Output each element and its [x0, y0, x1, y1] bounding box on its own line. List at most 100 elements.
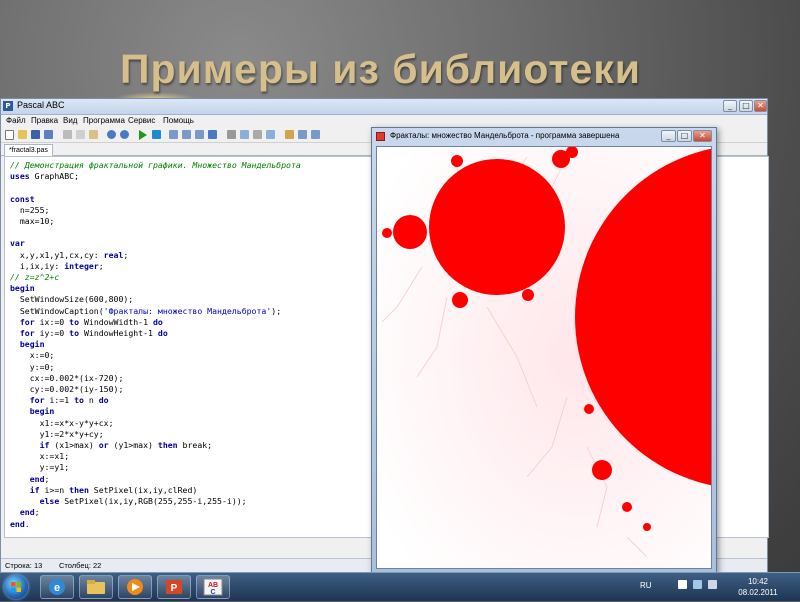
paste-icon[interactable]: [89, 130, 98, 139]
menu-file[interactable]: Файл: [6, 116, 26, 125]
code-line: // z=z^2+c: [10, 272, 60, 283]
code-line: if (x1>max) or (y1>max) then break;: [39, 440, 213, 451]
code-line: begin: [10, 283, 35, 294]
close-button[interactable]: ✕: [754, 100, 767, 112]
step-into-icon[interactable]: [169, 130, 178, 139]
code-line: else SetPixel(ix,iy,RGB(255,255-i,255-i)…: [39, 496, 247, 507]
code-line: n=255;: [10, 204, 50, 215]
code-line: end;: [19, 507, 40, 518]
code-line: var: [10, 238, 25, 249]
code-line: begin: [29, 406, 55, 417]
stop-icon[interactable]: [152, 130, 161, 139]
menu-help[interactable]: Помощь: [163, 116, 194, 125]
redo-icon[interactable]: [120, 130, 129, 139]
code-line: x,y,x1,y1,cx,cy: real;: [10, 249, 129, 260]
menu-view[interactable]: Вид: [63, 116, 77, 125]
svg-text:e: e: [54, 582, 60, 594]
clock[interactable]: 10:42 08.02.2011: [735, 576, 781, 598]
run-icon[interactable]: [139, 130, 147, 140]
code-line: begin: [19, 339, 45, 350]
taskbar-internet-explorer[interactable]: e: [40, 575, 74, 599]
fractal-app-icon: [376, 132, 385, 141]
code-line: end.: [10, 518, 30, 529]
code-line: for i:=1 to n do: [29, 395, 109, 406]
svg-text:AB: AB: [208, 582, 218, 589]
fractal-maximize-button[interactable]: □: [677, 130, 692, 142]
code-line: SetWindowCaption('Фракталы: множество Ма…: [10, 305, 282, 316]
watch-icon[interactable]: [227, 130, 236, 139]
taskbar-powerpoint[interactable]: P: [157, 575, 191, 599]
fractal-titlebar[interactable]: Фракталы: множество Мандельброта - прогр…: [372, 128, 716, 145]
code-line: cy:=0.002*(iy-150);: [10, 384, 124, 395]
mandelbrot-image: [377, 147, 711, 568]
clock-date: 08.02.2011: [738, 588, 778, 597]
code-line: if i>=n then SetPixel(ix,iy,clRed): [29, 484, 198, 495]
tab-fractal3[interactable]: *fractal3.pas: [4, 144, 53, 156]
volume-icon[interactable]: [708, 580, 717, 589]
code-line: SetWindowSize(600,800);: [10, 294, 134, 305]
save-icon[interactable]: [31, 130, 40, 139]
language-indicator[interactable]: RU: [640, 581, 652, 590]
slide-title: Примеры из библиотеки: [120, 46, 641, 92]
status-column: Столбец: 22: [59, 561, 102, 570]
code-line: max=10;: [10, 216, 55, 227]
fractal-minimize-button[interactable]: _: [661, 130, 676, 142]
svg-text:C: C: [210, 589, 215, 596]
code-line: for ix:=0 to WindowWidth-1 do: [19, 316, 163, 327]
format-icon[interactable]: [266, 130, 275, 139]
fractal-window: Фракталы: множество Мандельброта - прогр…: [371, 127, 717, 574]
maximize-button[interactable]: □: [739, 100, 753, 112]
ide-titlebar[interactable]: P Pascal ABC _ □ ✕: [1, 99, 767, 115]
start-button[interactable]: [4, 575, 28, 599]
taskbar-pascal-abc[interactable]: AB C: [196, 575, 230, 599]
code-line: x:=x1;: [10, 451, 70, 462]
copy-icon[interactable]: [76, 130, 85, 139]
menu-service[interactable]: Сервис: [128, 116, 155, 125]
undo-icon[interactable]: [107, 130, 116, 139]
step-over-icon[interactable]: [182, 130, 191, 139]
pascal-abc-icon: ABC: [203, 578, 223, 596]
source-code[interactable]: // Демонстрация фрактальной графики. Мно…: [10, 160, 301, 530]
powerpoint-icon: P: [166, 580, 182, 594]
close-tab-icon[interactable]: [253, 130, 262, 139]
menu-edit[interactable]: Правка: [31, 116, 58, 125]
code-line: // Демонстрация фрактальной графики. Мно…: [10, 160, 301, 170]
code-line: x:=0;: [10, 350, 55, 361]
minimize-button[interactable]: _: [723, 100, 737, 112]
code-line: cx:=0.002*(ix-720);: [10, 372, 124, 383]
pascal-app-icon: P: [3, 101, 13, 111]
status-line: Строка: 13: [5, 561, 43, 570]
save-all-icon[interactable]: [44, 130, 53, 139]
taskbar-explorer[interactable]: [79, 575, 113, 599]
open-folder-icon[interactable]: [18, 130, 27, 139]
folder-icon: [87, 580, 105, 594]
fractal-canvas: [376, 146, 712, 569]
internet-explorer-icon: e: [49, 579, 65, 595]
svg-text:P: P: [171, 583, 178, 594]
windows-logo-icon: [11, 582, 21, 592]
debug-icon[interactable]: [208, 130, 217, 139]
network-icon[interactable]: [693, 580, 702, 589]
output-icon[interactable]: [311, 130, 320, 139]
options-icon[interactable]: [285, 130, 294, 139]
menu-program[interactable]: Программа: [83, 116, 125, 125]
cut-icon[interactable]: [63, 130, 72, 139]
taskbar-media-player[interactable]: [118, 575, 152, 599]
breakpoint-icon[interactable]: [240, 130, 249, 139]
clock-time: 10:42: [747, 577, 769, 586]
flag-icon[interactable]: [678, 580, 687, 589]
code-line: y:=0;: [10, 361, 55, 372]
step-out-icon[interactable]: [195, 130, 204, 139]
code-line: i,ix,iy: integer;: [10, 260, 104, 271]
media-player-icon: [127, 579, 143, 595]
code-line: y1:=2*x*y+cy;: [10, 428, 104, 439]
code-line: end;: [29, 473, 50, 484]
code-line: x1:=x*x-y*y+cx;: [10, 417, 114, 428]
window-icon[interactable]: [298, 130, 307, 139]
code-line: uses GraphABC;: [10, 171, 80, 182]
ide-title: Pascal ABC: [17, 100, 65, 110]
code-line: for iy:=0 to WindowHeight-1 do: [19, 328, 168, 339]
new-file-icon[interactable]: [5, 130, 14, 140]
fractal-title: Фракталы: множество Мандельброта - прогр…: [390, 131, 620, 140]
fractal-close-button[interactable]: ✕: [693, 130, 712, 142]
